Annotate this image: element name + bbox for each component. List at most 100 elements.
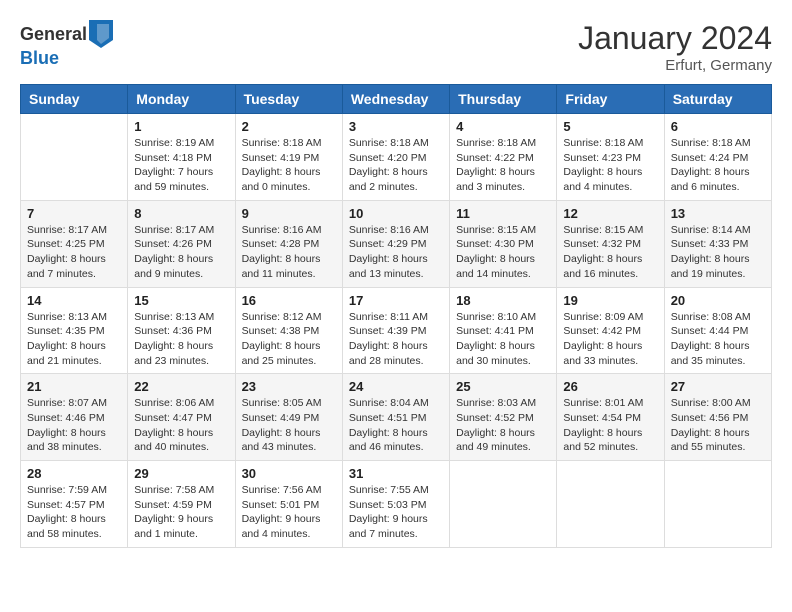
day-cell: 31 Sunrise: 7:55 AM Sunset: 5:03 PM Dayli… bbox=[342, 461, 449, 548]
day-number: 13 bbox=[671, 206, 765, 221]
day-cell: 6 Sunrise: 8:18 AM Sunset: 4:24 PM Daylig… bbox=[664, 114, 771, 201]
day-number: 28 bbox=[27, 466, 121, 481]
day-cell: 19 Sunrise: 8:09 AM Sunset: 4:42 PM Dayli… bbox=[557, 287, 664, 374]
day-cell: 25Sunrise: 8:03 AM Sunset: 4:52 PM Dayli… bbox=[450, 374, 557, 461]
day-cell: 20Sunrise: 8:08 AM Sunset: 4:44 PM Dayli… bbox=[664, 287, 771, 374]
day-info: Sunrise: 8:06 AM Sunset: 4:47 PM Dayligh… bbox=[134, 396, 228, 455]
day-info: Sunrise: 8:15 AM Sunset: 4:30 PM Dayligh… bbox=[456, 223, 550, 282]
day-number: 21 bbox=[27, 379, 121, 394]
day-number: 7 bbox=[27, 206, 121, 221]
day-number: 3 bbox=[349, 119, 443, 134]
day-cell: 8 Sunrise: 8:17 AM Sunset: 4:26 PM Daylig… bbox=[128, 200, 235, 287]
day-number: 29 bbox=[134, 466, 228, 481]
day-info: Sunrise: 8:17 AM Sunset: 4:26 PM Dayligh… bbox=[134, 223, 228, 282]
day-info: Sunrise: 8:07 AM Sunset: 4:46 PM Dayligh… bbox=[27, 396, 121, 455]
day-number: 30 bbox=[242, 466, 336, 481]
day-info: Sunrise: 8:00 AM Sunset: 4:56 PM Dayligh… bbox=[671, 396, 765, 455]
day-info: Sunrise: 8:18 AM Sunset: 4:24 PM Dayligh… bbox=[671, 136, 765, 195]
header-saturday: Saturday bbox=[664, 85, 771, 114]
day-number: 4 bbox=[456, 119, 550, 134]
day-info: Sunrise: 8:04 AM Sunset: 4:51 PM Dayligh… bbox=[349, 396, 443, 455]
header-thursday: Thursday bbox=[450, 85, 557, 114]
day-info: Sunrise: 7:59 AM Sunset: 4:57 PM Dayligh… bbox=[27, 483, 121, 542]
day-info: Sunrise: 8:10 AM Sunset: 4:41 PM Dayligh… bbox=[456, 310, 550, 369]
calendar-table: SundayMondayTuesdayWednesdayThursdayFrid… bbox=[20, 84, 772, 548]
week-row-1: 1 Sunrise: 8:19 AM Sunset: 4:18 PM Daylig… bbox=[21, 114, 772, 201]
day-number: 16 bbox=[242, 293, 336, 308]
day-number: 27 bbox=[671, 379, 765, 394]
day-cell bbox=[557, 461, 664, 548]
week-row-2: 7 Sunrise: 8:17 AM Sunset: 4:25 PM Daylig… bbox=[21, 200, 772, 287]
day-cell: 18 Sunrise: 8:10 AM Sunset: 4:41 PM Dayli… bbox=[450, 287, 557, 374]
day-info: Sunrise: 8:11 AM Sunset: 4:39 PM Dayligh… bbox=[349, 310, 443, 369]
day-cell: 14Sunrise: 8:13 AM Sunset: 4:35 PM Dayli… bbox=[21, 287, 128, 374]
day-number: 12 bbox=[563, 206, 657, 221]
header-friday: Friday bbox=[557, 85, 664, 114]
day-cell: 22 Sunrise: 8:06 AM Sunset: 4:47 PM Dayli… bbox=[128, 374, 235, 461]
day-number: 2 bbox=[242, 119, 336, 134]
day-number: 15 bbox=[134, 293, 228, 308]
day-number: 10 bbox=[349, 206, 443, 221]
header-sunday: Sunday bbox=[21, 85, 128, 114]
page-header: General Blue January 2024 Erfurt, German… bbox=[20, 20, 772, 74]
day-info: Sunrise: 7:55 AM Sunset: 5:03 PM Dayligh… bbox=[349, 483, 443, 542]
day-number: 18 bbox=[456, 293, 550, 308]
day-info: Sunrise: 8:12 AM Sunset: 4:38 PM Dayligh… bbox=[242, 310, 336, 369]
day-number: 17 bbox=[349, 293, 443, 308]
calendar-header-row: SundayMondayTuesdayWednesdayThursdayFrid… bbox=[21, 85, 772, 114]
day-number: 11 bbox=[456, 206, 550, 221]
day-number: 14 bbox=[27, 293, 121, 308]
day-info: Sunrise: 8:17 AM Sunset: 4:25 PM Dayligh… bbox=[27, 223, 121, 282]
location-subtitle: Erfurt, Germany bbox=[578, 57, 772, 74]
day-number: 22 bbox=[134, 379, 228, 394]
day-number: 31 bbox=[349, 466, 443, 481]
logo-icon bbox=[89, 20, 113, 48]
day-number: 23 bbox=[242, 379, 336, 394]
day-cell: 29 Sunrise: 7:58 AM Sunset: 4:59 PM Dayli… bbox=[128, 461, 235, 548]
day-cell: 10Sunrise: 8:16 AM Sunset: 4:29 PM Dayli… bbox=[342, 200, 449, 287]
header-tuesday: Tuesday bbox=[235, 85, 342, 114]
day-info: Sunrise: 7:58 AM Sunset: 4:59 PM Dayligh… bbox=[134, 483, 228, 542]
day-number: 1 bbox=[134, 119, 228, 134]
day-info: Sunrise: 8:18 AM Sunset: 4:20 PM Dayligh… bbox=[349, 136, 443, 195]
day-number: 9 bbox=[242, 206, 336, 221]
day-info: Sunrise: 8:19 AM Sunset: 4:18 PM Dayligh… bbox=[134, 136, 228, 195]
day-info: Sunrise: 8:09 AM Sunset: 4:42 PM Dayligh… bbox=[563, 310, 657, 369]
day-info: Sunrise: 7:56 AM Sunset: 5:01 PM Dayligh… bbox=[242, 483, 336, 542]
day-cell: 30 Sunrise: 7:56 AM Sunset: 5:01 PM Dayli… bbox=[235, 461, 342, 548]
day-cell: 3 Sunrise: 8:18 AM Sunset: 4:20 PM Daylig… bbox=[342, 114, 449, 201]
day-cell: 16 Sunrise: 8:12 AM Sunset: 4:38 PM Dayli… bbox=[235, 287, 342, 374]
day-cell: 17 Sunrise: 8:11 AM Sunset: 4:39 PM Dayli… bbox=[342, 287, 449, 374]
day-number: 19 bbox=[563, 293, 657, 308]
logo-general: General bbox=[20, 24, 87, 45]
day-number: 8 bbox=[134, 206, 228, 221]
day-cell: 27 Sunrise: 8:00 AM Sunset: 4:56 PM Dayli… bbox=[664, 374, 771, 461]
day-cell: 12Sunrise: 8:15 AM Sunset: 4:32 PM Dayli… bbox=[557, 200, 664, 287]
logo: General Blue bbox=[20, 20, 113, 69]
day-cell: 9 Sunrise: 8:16 AM Sunset: 4:28 PM Daylig… bbox=[235, 200, 342, 287]
day-number: 6 bbox=[671, 119, 765, 134]
week-row-3: 14Sunrise: 8:13 AM Sunset: 4:35 PM Dayli… bbox=[21, 287, 772, 374]
day-cell: 28 Sunrise: 7:59 AM Sunset: 4:57 PM Dayli… bbox=[21, 461, 128, 548]
month-year-title: January 2024 bbox=[578, 20, 772, 57]
day-cell: 2 Sunrise: 8:18 AM Sunset: 4:19 PM Daylig… bbox=[235, 114, 342, 201]
day-number: 5 bbox=[563, 119, 657, 134]
title-block: January 2024 Erfurt, Germany bbox=[578, 20, 772, 74]
week-row-4: 21 Sunrise: 8:07 AM Sunset: 4:46 PM Dayli… bbox=[21, 374, 772, 461]
day-info: Sunrise: 8:03 AM Sunset: 4:52 PM Dayligh… bbox=[456, 396, 550, 455]
day-info: Sunrise: 8:05 AM Sunset: 4:49 PM Dayligh… bbox=[242, 396, 336, 455]
logo-blue: Blue bbox=[20, 48, 59, 68]
day-number: 20 bbox=[671, 293, 765, 308]
day-info: Sunrise: 8:14 AM Sunset: 4:33 PM Dayligh… bbox=[671, 223, 765, 282]
day-info: Sunrise: 8:16 AM Sunset: 4:28 PM Dayligh… bbox=[242, 223, 336, 282]
day-info: Sunrise: 8:01 AM Sunset: 4:54 PM Dayligh… bbox=[563, 396, 657, 455]
day-cell: 15Sunrise: 8:13 AM Sunset: 4:36 PM Dayli… bbox=[128, 287, 235, 374]
day-cell bbox=[450, 461, 557, 548]
day-cell: 4Sunrise: 8:18 AM Sunset: 4:22 PM Daylig… bbox=[450, 114, 557, 201]
day-cell bbox=[21, 114, 128, 201]
header-monday: Monday bbox=[128, 85, 235, 114]
day-number: 26 bbox=[563, 379, 657, 394]
day-number: 24 bbox=[349, 379, 443, 394]
day-cell: 1 Sunrise: 8:19 AM Sunset: 4:18 PM Daylig… bbox=[128, 114, 235, 201]
day-info: Sunrise: 8:18 AM Sunset: 4:19 PM Dayligh… bbox=[242, 136, 336, 195]
